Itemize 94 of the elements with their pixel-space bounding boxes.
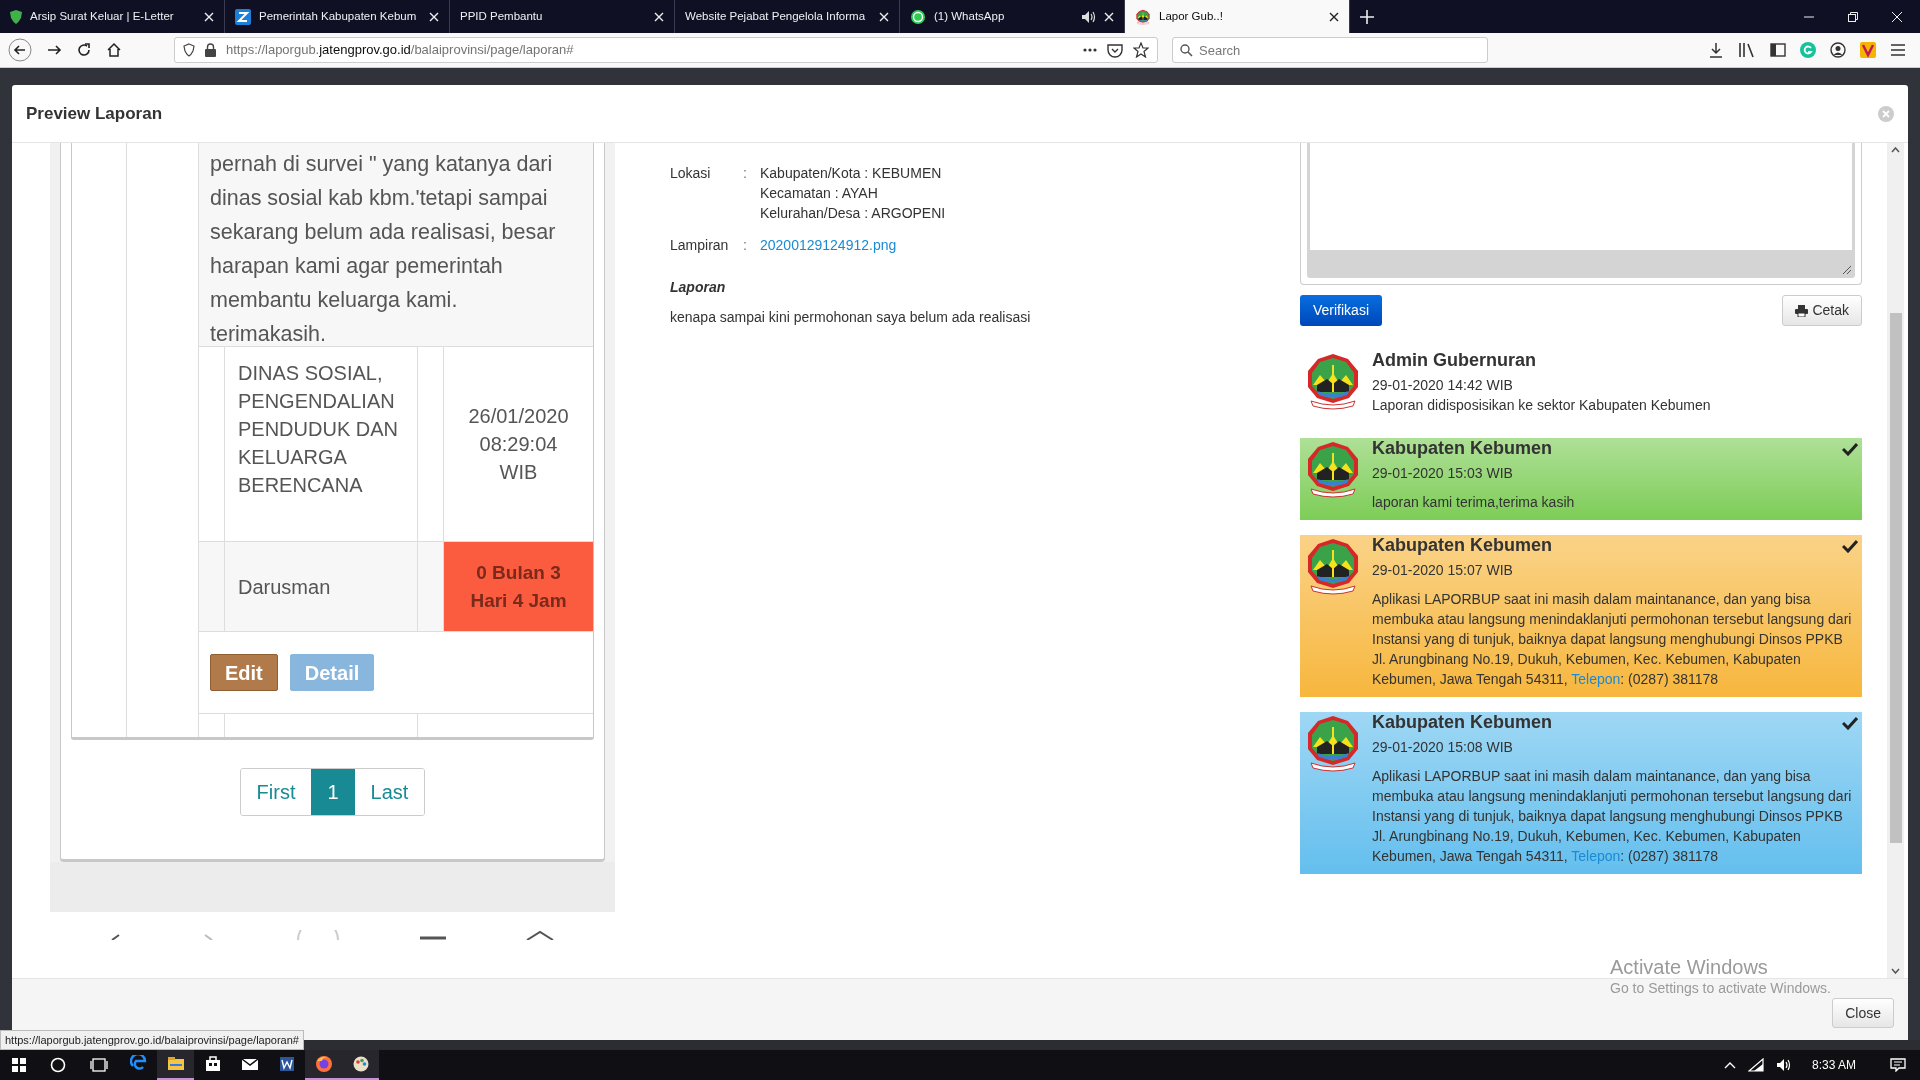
emblem-icon [1135, 8, 1151, 25]
author-name: Admin Gubernuran [1372, 349, 1537, 371]
chevron-up-icon[interactable] [1723, 1061, 1736, 1069]
edit-button[interactable]: Edit [210, 654, 278, 691]
resize-handle-icon[interactable] [1842, 265, 1852, 275]
date-text: 26/01/2020 08:29:04 WIB [467, 404, 570, 485]
download-icon[interactable] [1708, 42, 1724, 58]
star-icon[interactable] [1133, 42, 1149, 58]
chevron-up-icon [525, 930, 556, 940]
field-value: Kecamatan : AYAH [760, 184, 879, 203]
printer-icon [1795, 304, 1809, 317]
field-value: Kelurahan/Desa : ARGOPENI [760, 204, 946, 223]
notification-icon[interactable] [1890, 1058, 1906, 1072]
timestamp: 29-01-2020 15:07 WIB [1372, 561, 1514, 580]
search-icon [1180, 44, 1193, 57]
author-name: Kabupaten Kebumen [1372, 711, 1554, 733]
windows-icon[interactable] [12, 1058, 26, 1072]
modal-title: Preview Laporan [26, 102, 164, 125]
taskbar-app[interactable] [342, 1050, 379, 1080]
tab-title: Lapor Gub..! [1159, 8, 1224, 24]
report-text: kenapa sampai kini permohonan saya belum ada realisasi [670, 308, 1032, 327]
tab-title: (1) WhatsApp [934, 8, 1006, 24]
officer-name: Darusman [238, 574, 331, 600]
field-value: Kabupaten/Kota : KEBUMEN [760, 164, 943, 183]
field-label: Lampiran [670, 236, 730, 255]
extension-icon[interactable] [1860, 42, 1876, 58]
reload-icon[interactable] [76, 42, 92, 58]
activation-title: Activate Windows [1610, 955, 1769, 979]
timestamp: 29-01-2020 14:42 WIB [1372, 376, 1514, 395]
field-label: Lokasi [670, 164, 712, 183]
account-icon[interactable] [1830, 42, 1846, 58]
shield-icon[interactable] [183, 43, 195, 57]
speaker-icon[interactable] [1082, 10, 1096, 23]
lock-icon[interactable] [205, 43, 216, 57]
tab-title: Arsip Surat Keluar | E-Letter [30, 8, 175, 24]
colon-text: : [743, 164, 748, 183]
library-icon[interactable] [1738, 42, 1756, 58]
close-button[interactable]: Close [1832, 998, 1894, 1028]
word-icon [277, 1055, 296, 1073]
agency-text: DINAS SOSIAL, PENGENDALIAN PENDUDUK DAN KELUARGA BERENCANA [238, 361, 400, 498]
taskbar-app[interactable] [305, 1050, 342, 1080]
tab-title: PPID Pembantu [460, 8, 544, 24]
search-field[interactable]: Search [1172, 37, 1488, 63]
new-tab-icon[interactable] [1360, 9, 1374, 24]
home-icon [296, 930, 341, 940]
search-icon[interactable] [50, 1057, 66, 1073]
scroll-up-icon[interactable] [1891, 147, 1900, 153]
timestamp: 29-01-2020 15:08 WIB [1372, 738, 1514, 757]
scrollbar[interactable] [1887, 143, 1904, 978]
app-icon [235, 8, 251, 25]
taskbar-app[interactable] [157, 1050, 194, 1080]
shield-icon [10, 9, 22, 24]
page-button[interactable]: 1 [311, 769, 355, 815]
edge-icon [129, 1055, 148, 1073]
timeline-message: Aplikasi LAPORBUP saat ini masih dalam maintanance, dan yang bisa membuka atau langsung menindaklanjuti permohonan tersebut langsung dari Instansi yang di tunjuk, baiknya dapat langsung menghubungi Dinsos PPKB Jl. Arungbinang No.19, Dukuh, Kebumen, Kec. Kebumen, Kabupaten Kebumen, Jawa Tengah 54311, Telepon: (0287) 381178 [1372, 590, 1853, 689]
more-icon[interactable] [1083, 48, 1097, 52]
chat-icon [910, 8, 926, 25]
clock-text: 8:33 AM [1811, 1057, 1856, 1074]
verify-button[interactable]: Verifikasi [1300, 295, 1383, 326]
message-text: pernah di survei " yang katanya dari dinas sosial kab kbm.'tetapi sampai sekarang belum ada realisasi, besar harapan kami agar pemerintah membantu keluarga kami. terimakasih. [210, 151, 557, 348]
status-url: https://laporgub.jatengprov.go.id/balaiprovinsi/page/laporan# [0, 1030, 304, 1050]
menu-icon[interactable] [1890, 43, 1906, 57]
timeline-message: laporan kami terima,terima kasih [1372, 493, 1576, 512]
attachment-link[interactable]: 20200129124912.png [760, 235, 897, 255]
task-view-icon[interactable] [90, 1058, 108, 1072]
activation-subtitle: Go to Settings to activate Windows. [1610, 979, 1831, 997]
url-text: https://laporgub.jatengprov.go.id/balaiprovinsi/page/laporan# [226, 41, 575, 60]
timeline-message: Laporan didisposisikan ke sektor Kabupaten Kebumen [1372, 396, 1712, 415]
browser-tab[interactable]: Lapor Gub..! [1125, 0, 1350, 33]
section-heading: Laporan [670, 278, 727, 297]
back-icon[interactable] [8, 38, 32, 62]
tab-title: Website Pejabat Pengelola Informa [685, 8, 867, 24]
timestamp: 29-01-2020 15:03 WIB [1372, 464, 1514, 483]
volume-icon[interactable] [1775, 1058, 1792, 1072]
print-button[interactable]: Cetak [1782, 295, 1862, 326]
author-name: Kabupaten Kebumen [1372, 437, 1554, 459]
colon-text: : [743, 236, 748, 255]
menu-icon [419, 936, 446, 940]
scroll-down-icon[interactable] [1891, 968, 1900, 974]
restore-icon[interactable] [1848, 11, 1858, 22]
sidebar-icon[interactable] [1770, 43, 1786, 57]
store-icon [203, 1055, 222, 1073]
author-name: Kabupaten Kebumen [1372, 534, 1554, 556]
pocket-icon[interactable] [1107, 42, 1123, 58]
network-icon[interactable] [1747, 1058, 1764, 1072]
home-icon[interactable] [106, 42, 122, 58]
folder-icon [166, 1055, 185, 1073]
address-bar[interactable]: https://laporgub.jatengprov.go.id/balaiprovinsi/page/laporan# [174, 37, 1158, 63]
paint-icon [351, 1055, 370, 1073]
elapsed-time-cell: 0 Bulan 3 Hari 4 Jam [444, 542, 593, 631]
firefox-icon [314, 1055, 333, 1073]
tab-title: Pemerintah Kabupaten Kebum [259, 8, 418, 24]
timeline-message: Aplikasi LAPORBUP saat ini masih dalam maintanance, dan yang bisa membuka atau langsung menindaklanjuti permohonan tersebut langsung dari Instansi yang di tunjuk, baiknya dapat langsung menghubungi Dinsos PPKB Jl. Arungbinang No.19, Dukuh, Kebumen, Kec. Kebumen, Kabupaten Kebumen, Jawa Tengah 54311, Telepon: (0287) 381178 [1372, 767, 1853, 866]
close-icon[interactable] [1329, 11, 1339, 22]
